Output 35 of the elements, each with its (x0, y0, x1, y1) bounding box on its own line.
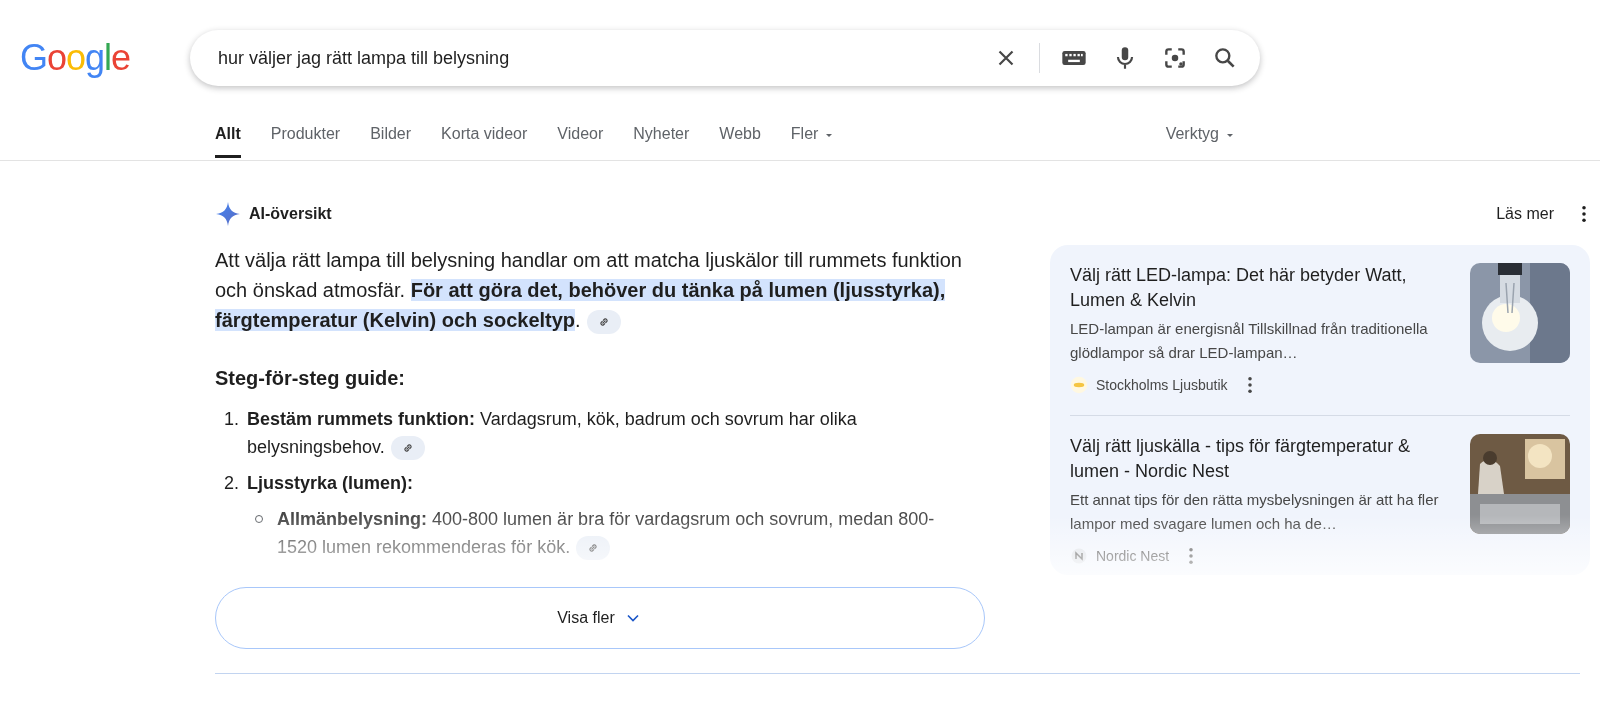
logo[interactable]: Google (0, 39, 131, 76)
result-snippet: LED-lampan är energisnål Tillskillnad från traditionella glödlampor så drar LED-lampan… (1070, 319, 1429, 363)
step-text: Bestäm rummets funktion: Vardagsrum, kök, badrum och sovrum har olika belysningsbehov. (247, 409, 857, 457)
source-link[interactable] (390, 436, 425, 461)
tab[interactable]: Nyheter (633, 123, 690, 158)
read-more-link[interactable]: Läs mer (1496, 202, 1554, 226)
source-link[interactable] (586, 309, 621, 334)
step-text: Allmänbelysning: 400-800 lumen är bra för vardagsrum och sovrum, medan 800-1520 lumen rekommenderas för kök. (277, 509, 935, 557)
list-number: 2. (223, 472, 240, 495)
tab[interactable]: Korta videor (441, 123, 528, 158)
site-favicon-icon (1070, 547, 1088, 565)
tab[interactable]: Videor (557, 123, 604, 158)
tab[interactable]: Webb (719, 123, 761, 158)
result-title-link[interactable]: Välj rätt ljuskälla - tips för färgtemperatur & lumen - Nordic Nest (1070, 434, 1444, 484)
site-name: Nordic Nest (1096, 546, 1170, 566)
tools-button[interactable]: Verktyg (1165, 123, 1235, 158)
list-number: 1. (223, 408, 240, 431)
tab[interactable]: Produkter (270, 123, 341, 158)
step-text: Ljusstyrka (lumen): (247, 473, 414, 493)
site-name: Stockholms Ljusbutik (1096, 375, 1228, 395)
site-favicon-icon (1070, 376, 1088, 394)
camera-icon (1162, 45, 1188, 71)
show-more-button[interactable]: Visa fler (215, 587, 985, 649)
more-icon (1189, 548, 1194, 564)
search-input[interactable]: hur väljer jag rätt lampa till belysning (216, 43, 973, 73)
section-heading: Steg-för-steg guide: (215, 366, 406, 391)
tab[interactable]: Bilder (370, 123, 412, 158)
menu-button[interactable]: Fler (790, 123, 835, 158)
sparkle-icon (215, 201, 241, 227)
more-icon (1582, 206, 1586, 222)
tab[interactable]: Allt (215, 123, 241, 158)
section-title: AI-översikt (249, 204, 332, 224)
result-title-link[interactable]: Välj rätt LED-lampa: Det här betyder Watt, Lumen & Kelvin (1070, 263, 1444, 313)
result-snippet: Ett annat tips för den rätta mysbelysningen är att ha fler lampor med svagare lumen och ha de… (1070, 490, 1440, 534)
more-icon (1247, 377, 1252, 393)
